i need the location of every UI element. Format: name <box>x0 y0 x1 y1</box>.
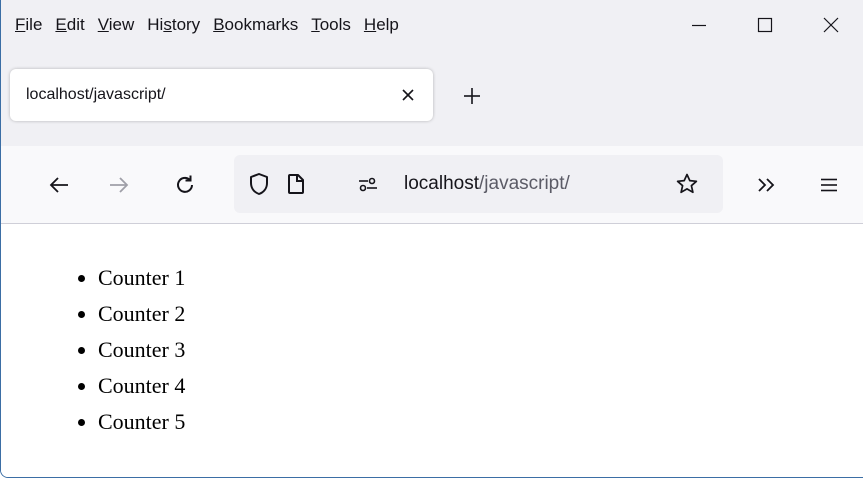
title-bar: File Edit View History Bookmarks Tools H… <box>1 0 863 50</box>
maximize-icon <box>757 17 773 33</box>
menu-bar: File Edit View History Bookmarks Tools H… <box>9 0 406 50</box>
window-close-button[interactable] <box>798 0 863 50</box>
bookmark-star-button[interactable] <box>672 169 702 199</box>
menu-bookmarks[interactable]: Bookmarks <box>207 5 305 45</box>
menu-file[interactable]: File <box>9 5 49 45</box>
menu-view[interactable]: View <box>92 5 142 45</box>
url-path: /javascript/ <box>479 173 570 194</box>
list-item: Counter 2 <box>98 296 185 332</box>
list-item: Counter 5 <box>98 404 185 440</box>
list-item: Counter 4 <box>98 368 185 404</box>
reload-icon <box>177 175 193 193</box>
shield-icon <box>250 173 268 195</box>
page-icon <box>288 174 304 194</box>
close-icon <box>402 89 414 101</box>
list-item: Counter 1 <box>98 260 185 296</box>
menu-history[interactable]: History <box>141 5 207 45</box>
tab-active[interactable]: localhost/javascript/ <box>10 69 433 121</box>
close-icon <box>823 17 839 33</box>
star-icon <box>676 173 698 194</box>
tab-strip: localhost/javascript/ <box>1 50 863 146</box>
hamburger-menu-icon <box>821 178 837 192</box>
permissions-icon <box>359 177 377 192</box>
url-host: localhost <box>404 173 479 194</box>
permissions-button[interactable] <box>353 169 383 199</box>
site-info-button[interactable] <box>281 169 311 199</box>
page-content: Counter 1 Counter 2 Counter 3 Counter 4 … <box>1 224 863 477</box>
minimize-icon <box>692 24 706 27</box>
menu-help[interactable]: Help <box>358 5 406 45</box>
forward-button[interactable] <box>99 165 139 205</box>
maximize-button[interactable] <box>732 0 798 50</box>
url-text[interactable]: localhost/javascript/ <box>404 155 570 213</box>
tab-close-button[interactable] <box>395 82 421 108</box>
menu-edit[interactable]: Edit <box>49 5 91 45</box>
chevron-double-right-icon <box>758 178 775 192</box>
reload-button[interactable] <box>165 165 205 205</box>
counter-list: Counter 1 Counter 2 Counter 3 Counter 4 … <box>58 260 185 440</box>
overflow-menu-button[interactable] <box>746 165 786 205</box>
forward-arrow-icon <box>110 177 129 193</box>
tab-title: localhost/javascript/ <box>26 86 166 103</box>
back-arrow-icon <box>49 177 68 193</box>
url-bar[interactable]: localhost/javascript/ <box>234 155 723 213</box>
back-button[interactable] <box>39 165 79 205</box>
app-menu-button[interactable] <box>809 165 849 205</box>
menu-tools[interactable]: Tools <box>305 5 358 45</box>
tracking-protection-button[interactable] <box>244 169 274 199</box>
minimize-button[interactable] <box>666 0 732 50</box>
plus-icon <box>464 88 480 104</box>
window-controls <box>666 0 863 50</box>
new-tab-button[interactable] <box>456 80 488 112</box>
browser-window: File Edit View History Bookmarks Tools H… <box>0 0 863 478</box>
nav-toolbar: localhost/javascript/ <box>1 146 863 224</box>
list-item: Counter 3 <box>98 332 185 368</box>
